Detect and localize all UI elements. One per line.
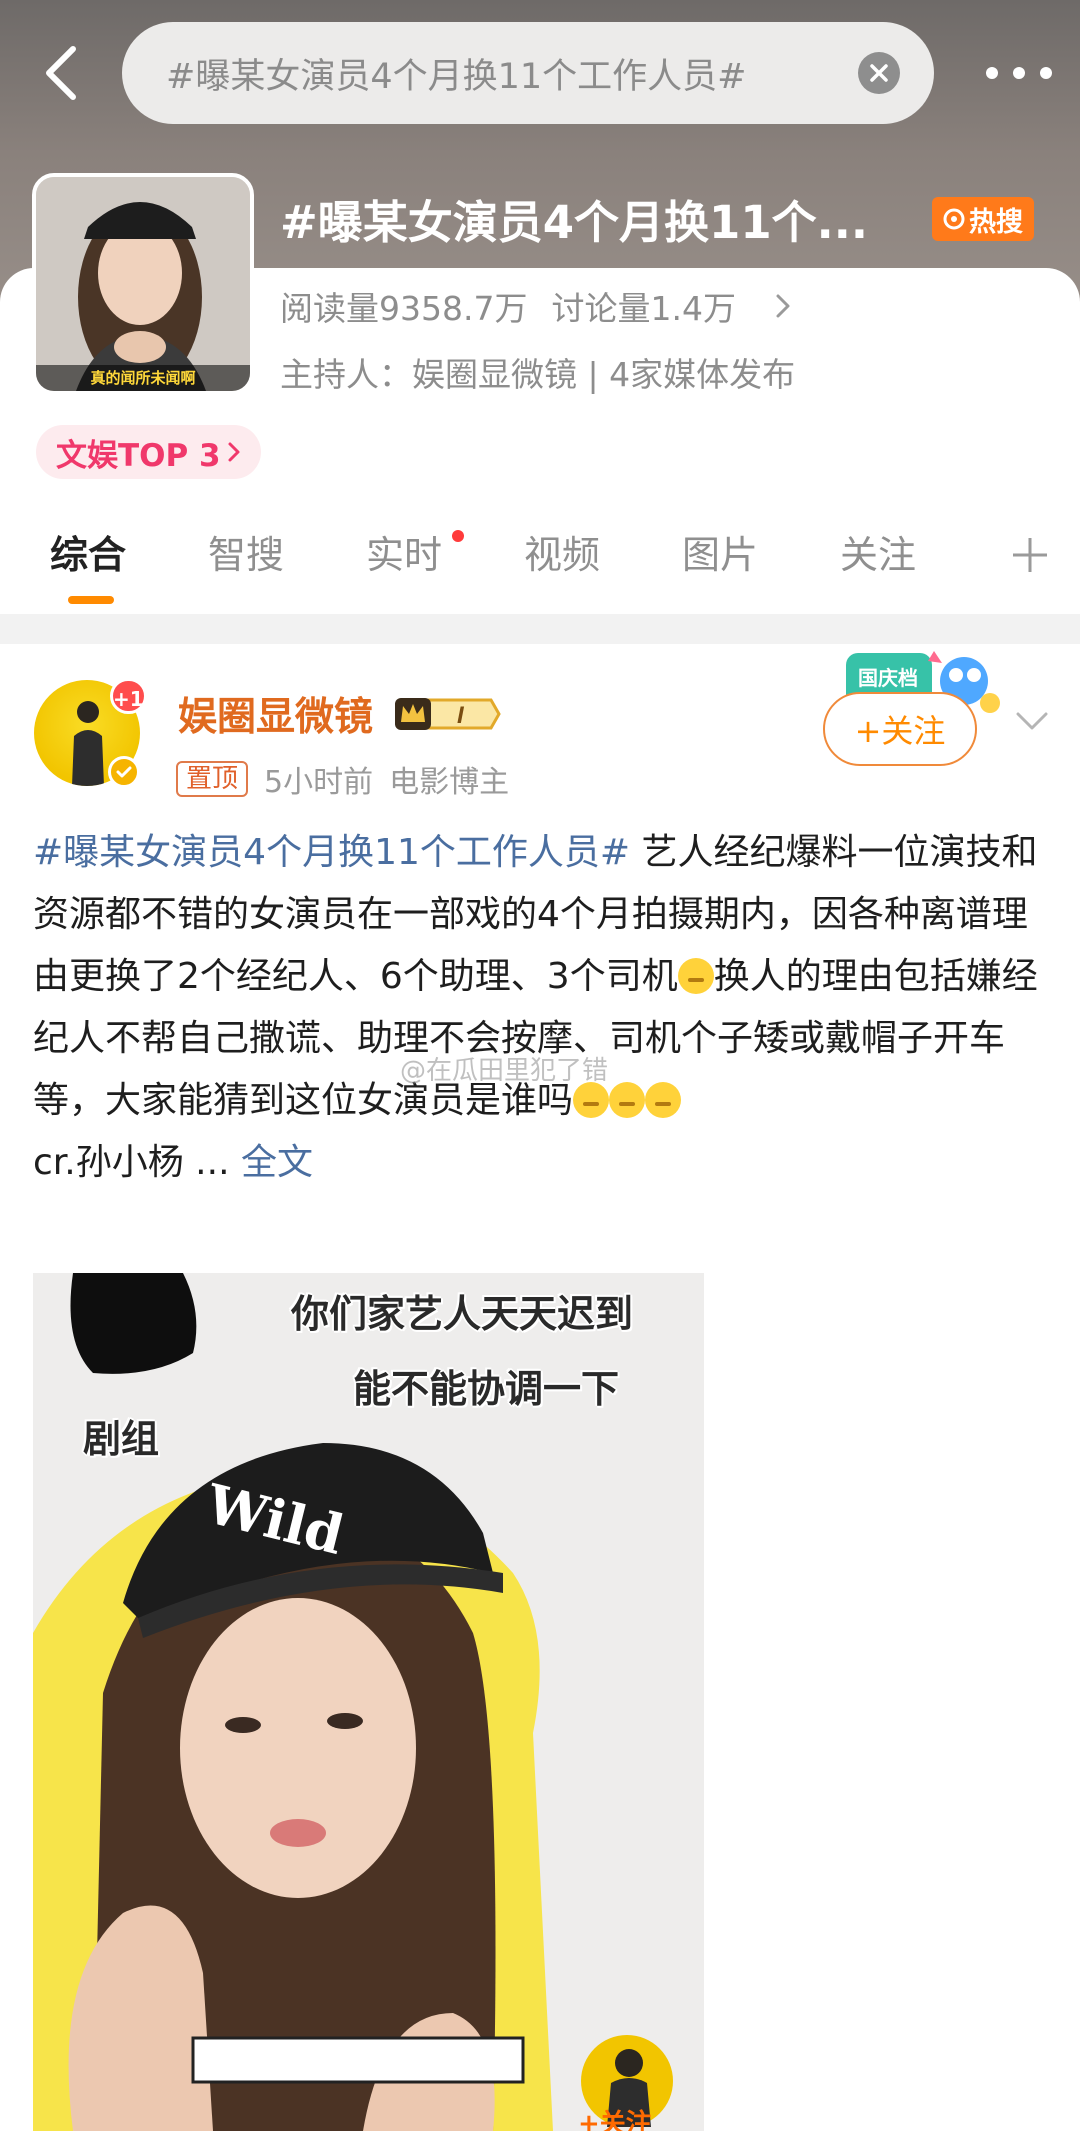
chevron-right-icon [228, 442, 240, 462]
follow-label: +关注 [854, 712, 946, 750]
notification-badge: +1 [110, 678, 147, 714]
more-dot-icon [1040, 67, 1052, 79]
image-follow-label: +关注 [578, 2109, 652, 2131]
chevron-down-icon [1016, 712, 1048, 730]
tab-smart-search[interactable]: 智搜 [208, 520, 284, 590]
more-options-button[interactable] [986, 48, 1052, 98]
post-meta: 置顶 5小时前 电影博主 [176, 757, 509, 801]
thumbnail-caption: 真的闻所未闻啊 [36, 365, 250, 391]
post-credit: cr.孙小杨 ... [33, 1142, 230, 1183]
topic-thumbnail[interactable]: 真的闻所未闻啊 [32, 173, 254, 395]
more-dot-icon [1013, 67, 1025, 79]
topic-tabs: 综合 智搜 实时 视频 图片 关注 [0, 520, 1080, 610]
flame-icon [943, 208, 965, 230]
vip-badge: I [393, 694, 501, 738]
tab-video[interactable]: 视频 [524, 520, 600, 590]
tab-following[interactable]: 关注 [840, 520, 916, 590]
post-menu-button[interactable] [1012, 700, 1052, 740]
back-button[interactable] [30, 38, 90, 108]
read-count: 阅读量9358.7万 [280, 289, 528, 328]
post-time: 5小时前 [264, 765, 374, 800]
chevron-right-icon [776, 294, 790, 318]
section-divider [0, 614, 1080, 644]
person-icon [72, 701, 104, 786]
add-tab-button[interactable] [1005, 530, 1055, 580]
pinned-badge: 置顶 [176, 761, 249, 797]
post-hashtag[interactable]: #曝某女演员4个月换11个工作人员# [33, 832, 630, 873]
tab-images[interactable]: 图片 [682, 520, 758, 590]
image-caption-2: 能不能协调一下 [353, 1367, 620, 1411]
close-icon [870, 64, 888, 82]
rank-badge[interactable]: 文娱TOP 3 [36, 425, 261, 479]
rank-label: 文娱TOP 3 [56, 437, 221, 474]
verified-icon [108, 756, 140, 788]
hot-search-label: 热搜 [969, 206, 1023, 238]
tab-realtime[interactable]: 实时 [366, 520, 442, 590]
topic-stats[interactable]: 阅读量9358.7万 讨论量1.4万 [280, 282, 792, 330]
active-tab-indicator [68, 596, 114, 604]
sticker-label: 国庆档 [858, 666, 918, 690]
tab-comprehensive[interactable]: 综合 [50, 520, 126, 590]
post-image[interactable]: Wild 你们家艺人天天迟到 能不能协调一下 剧组 +关注 [33, 1273, 704, 2131]
more-dot-icon [986, 67, 998, 79]
author-name[interactable]: 娱圈显微镜 [178, 686, 373, 742]
plus-icon [1013, 538, 1047, 572]
search-bar[interactable]: #曝某女演员4个月换11个工作人员# [122, 22, 934, 124]
clear-search-button[interactable] [858, 52, 900, 94]
post-body: #曝某女演员4个月换11个工作人员# 艺人经纪爆料一位演技和资源都不错的女演员在… [33, 822, 1048, 1194]
eye-roll-emoji-icon [573, 1082, 610, 1118]
eye-roll-emoji-icon [609, 1082, 646, 1118]
image-caption-3: 剧组 [83, 1417, 160, 1461]
search-input[interactable]: #曝某女演员4个月换11个工作人员# [166, 48, 846, 99]
topic-title: #曝某女演员4个月换11个... [280, 196, 868, 249]
follow-button[interactable]: +关注 [823, 692, 977, 766]
hot-search-badge[interactable]: 热搜 [932, 197, 1034, 241]
author-role: 电影博主 [389, 765, 510, 800]
image-caption-1: 你们家艺人天天迟到 [291, 1292, 634, 1336]
topic-host: 主持人：娱圈显微镜 | 4家媒体发布 [280, 355, 796, 394]
new-content-dot [452, 530, 464, 542]
eye-roll-emoji-icon [645, 1082, 682, 1118]
discussion-count: 讨论量1.4万 [551, 289, 736, 328]
hush-emoji-icon [677, 958, 714, 994]
watermark: @在瓜田里犯了错 [400, 1056, 609, 1086]
woman-portrait-icon [36, 177, 250, 391]
read-more-link[interactable]: 全文 [241, 1142, 313, 1183]
chevron-left-icon [46, 46, 76, 100]
